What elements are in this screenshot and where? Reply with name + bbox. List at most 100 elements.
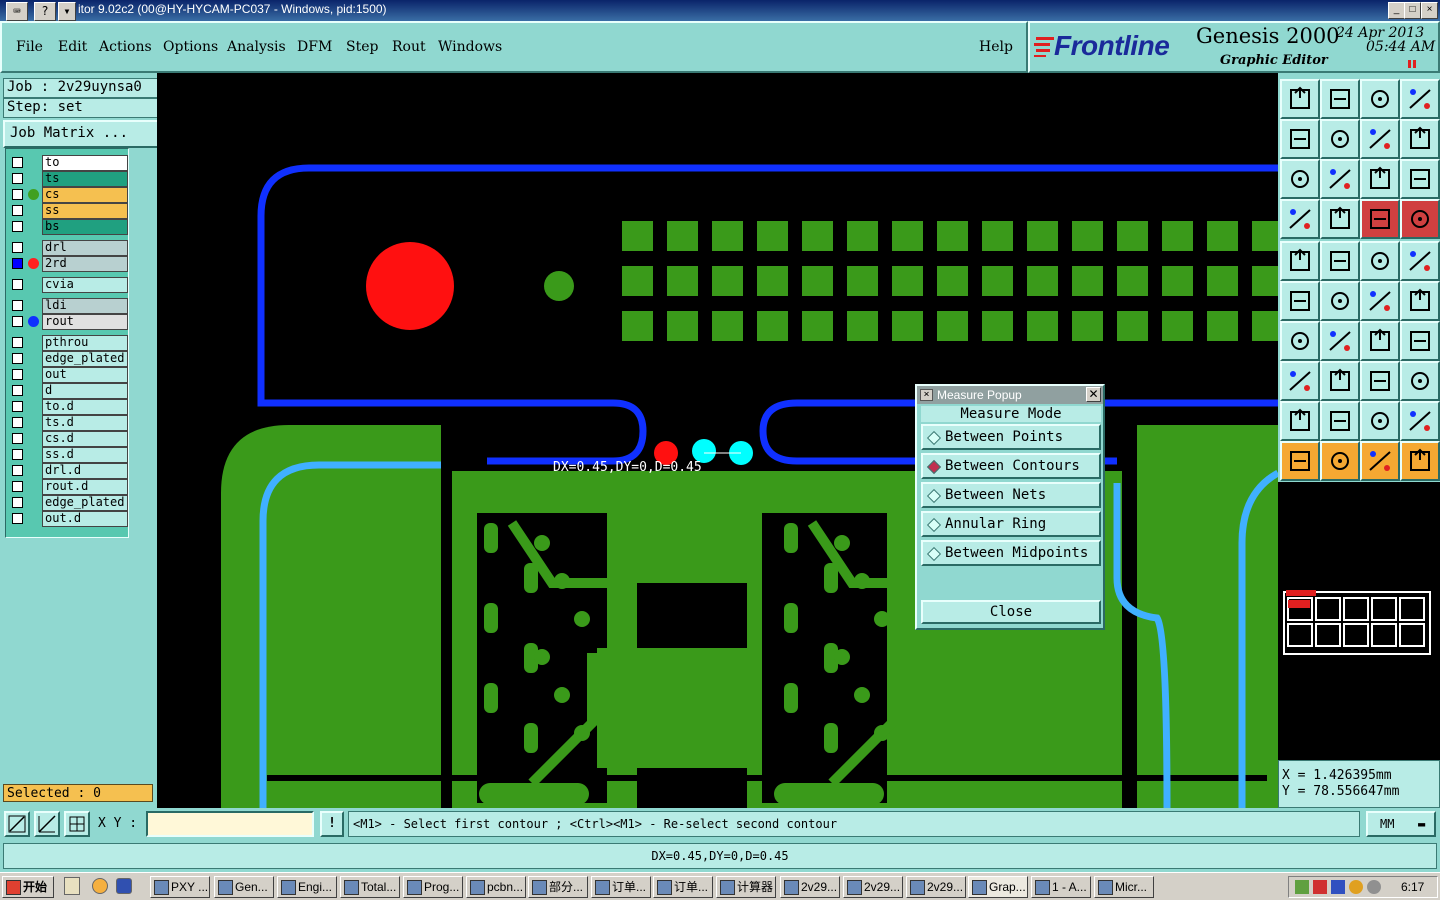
menu-step[interactable]: Step — [346, 39, 378, 55]
taskbar-button[interactable]: 2v29... — [906, 876, 966, 898]
pointer-b-icon[interactable] — [1320, 441, 1360, 481]
layer-name[interactable]: 2rd — [42, 256, 128, 272]
layer-checkbox[interactable] — [12, 385, 23, 396]
mirror-icon[interactable] — [1400, 321, 1440, 361]
taskbar-button[interactable]: 2v29... — [780, 876, 840, 898]
triangle-c-icon[interactable] — [1400, 401, 1440, 441]
close-window-button[interactable]: × — [1421, 2, 1438, 19]
layers-a-icon[interactable] — [1360, 199, 1400, 239]
layer-row[interactable]: edge_plated — [6, 351, 128, 367]
layer-row[interactable]: cs — [6, 187, 128, 203]
layer-row[interactable]: drl.d — [6, 463, 128, 479]
taskbar-button[interactable]: 计算器 — [716, 876, 776, 898]
minimize-button[interactable]: _ — [1388, 2, 1405, 19]
triangle-icon[interactable] — [1280, 401, 1320, 441]
taskbar-button[interactable]: 2v29... — [843, 876, 903, 898]
taskbar-button[interactable]: Gen... — [214, 876, 274, 898]
route-icon[interactable] — [1400, 119, 1440, 159]
taskbar-button[interactable]: Total... — [340, 876, 400, 898]
layer-checkbox[interactable] — [12, 279, 23, 290]
maximize-button[interactable]: □ — [1404, 2, 1421, 19]
layer-name[interactable]: drl.d — [42, 463, 128, 479]
show-desktop-icon[interactable] — [64, 877, 80, 895]
layer-row[interactable]: 2rd — [6, 256, 128, 272]
tray-icon[interactable] — [1295, 880, 1309, 894]
menu-actions[interactable]: Actions — [99, 39, 152, 55]
taskbar-button[interactable]: 订单... — [591, 876, 651, 898]
center-icon[interactable] — [1320, 159, 1360, 199]
layer-name[interactable]: edge_plated — [42, 495, 128, 511]
tools-icon[interactable] — [1280, 199, 1320, 239]
measure-box-icon[interactable] — [1360, 361, 1400, 401]
triangle-a-icon[interactable] — [1320, 401, 1360, 441]
layer-checkbox[interactable] — [12, 353, 23, 364]
measure-mode-option[interactable]: Between Contours — [921, 453, 1101, 479]
layer-checkbox[interactable] — [12, 481, 23, 492]
measure-mode-option[interactable]: Annular Ring — [921, 511, 1101, 537]
taskbar-button[interactable]: Prog... — [403, 876, 463, 898]
layer-checkbox[interactable] — [12, 189, 23, 200]
layer-row[interactable]: ss — [6, 203, 128, 219]
layer-checkbox[interactable] — [12, 337, 23, 348]
taskbar-button[interactable]: pcbn... — [466, 876, 526, 898]
tray-icon[interactable] — [1313, 880, 1327, 894]
measure-mode-option[interactable]: Between Nets — [921, 482, 1101, 508]
angle-icon[interactable] — [1280, 321, 1320, 361]
menu-windows[interactable]: Windows — [438, 39, 502, 55]
pan-left-icon[interactable] — [1280, 119, 1320, 159]
net-icon[interactable] — [1280, 281, 1320, 321]
quicklaunch-icon[interactable] — [92, 878, 108, 894]
layer-row[interactable]: to.d — [6, 399, 128, 415]
layer-name[interactable]: d — [42, 383, 128, 399]
layer-row[interactable]: bs — [6, 219, 128, 235]
menu-arrow-icon[interactable]: ▾ — [58, 2, 76, 21]
taskbar-button[interactable]: Micr... — [1094, 876, 1154, 898]
tray-icon[interactable] — [1349, 880, 1363, 894]
browser-icon[interactable] — [116, 878, 132, 894]
units-select[interactable]: MM ▬ — [1366, 811, 1436, 837]
layer-name[interactable]: out — [42, 367, 128, 383]
layer-name[interactable]: to.d — [42, 399, 128, 415]
layer-row[interactable]: drl — [6, 240, 128, 256]
layer-checkbox[interactable] — [12, 157, 23, 168]
taskbar-button[interactable]: Grap... — [968, 876, 1028, 898]
menu-file[interactable]: File — [16, 39, 43, 55]
layer-row[interactable]: cs.d — [6, 431, 128, 447]
snap-point-icon[interactable] — [1400, 281, 1440, 321]
popup-close-icon[interactable]: ✕ — [1086, 387, 1101, 402]
layer-name[interactable]: rout.d — [42, 479, 128, 495]
layer-checkbox[interactable] — [12, 300, 23, 311]
layer-name[interactable]: bs — [42, 219, 128, 235]
layer-checkbox[interactable] — [12, 401, 23, 412]
layer-name[interactable]: to — [42, 155, 128, 171]
pointer-icon[interactable] — [1280, 441, 1320, 481]
layer-name[interactable]: ldi — [42, 298, 128, 314]
zoom-in-icon[interactable] — [1320, 79, 1360, 119]
layer-row[interactable]: ldi — [6, 298, 128, 314]
menu-edit[interactable]: Edit — [58, 39, 87, 55]
measure-mode-option[interactable]: Between Midpoints — [921, 540, 1101, 566]
taskbar-button[interactable]: Engi... — [277, 876, 337, 898]
layer-checkbox[interactable] — [12, 205, 23, 216]
alert-icon[interactable]: ! — [320, 811, 344, 837]
taskbar-button[interactable]: 1 - A... — [1031, 876, 1091, 898]
fit-icon[interactable] — [1280, 159, 1320, 199]
menu-rout[interactable]: Rout — [392, 39, 426, 55]
layer-row[interactable]: cvia — [6, 277, 128, 293]
taskbar-button[interactable]: 订单... — [653, 876, 713, 898]
layer-row[interactable]: rout.d — [6, 479, 128, 495]
menu-options[interactable]: Options — [163, 39, 218, 55]
layer-row[interactable]: edge_plated — [6, 495, 128, 511]
pointer-d-icon[interactable] — [1400, 441, 1440, 481]
layer-row[interactable]: out — [6, 367, 128, 383]
arc-icon[interactable] — [1360, 321, 1400, 361]
layer-row[interactable]: pthrou — [6, 335, 128, 351]
pointer-c-icon[interactable] — [1360, 441, 1400, 481]
keyboard-icon[interactable]: ⌨ — [6, 2, 28, 21]
snap-icon[interactable] — [4, 811, 30, 837]
circle-icon[interactable] — [1400, 241, 1440, 281]
layer-row[interactable]: ts.d — [6, 415, 128, 431]
tray-icon[interactable] — [1367, 880, 1381, 894]
start-button[interactable]: 开始 — [2, 876, 54, 898]
layer-name[interactable]: ss — [42, 203, 128, 219]
